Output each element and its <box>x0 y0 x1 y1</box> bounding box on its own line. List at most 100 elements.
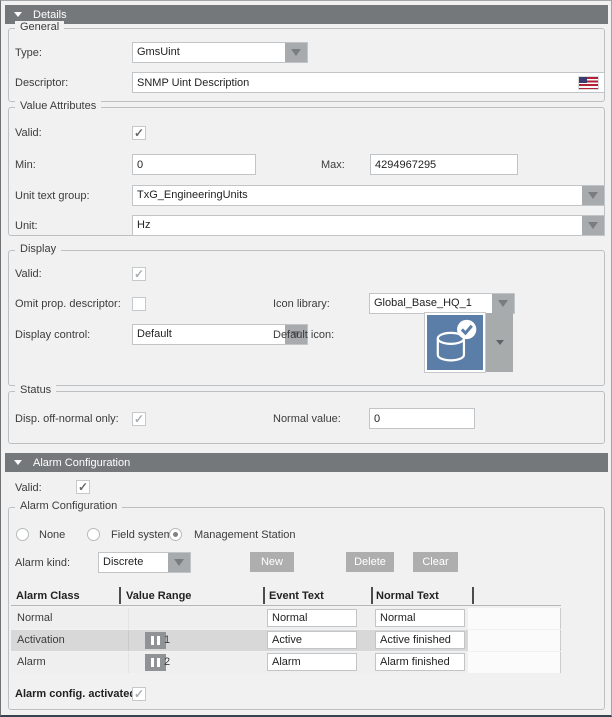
radio-field-system-label: Field system <box>111 529 173 541</box>
alarm-kind-dropdown[interactable]: Discrete <box>98 552 191 573</box>
check-icon: ✓ <box>133 127 145 139</box>
details-panel: Details General Type: GmsUint Descriptor… <box>0 0 612 717</box>
value-range-button[interactable] <box>145 632 166 649</box>
alarm-kind-dropdown-button[interactable] <box>168 553 190 572</box>
check-icon: ✓ <box>133 268 145 280</box>
radio-field-system[interactable] <box>87 528 100 541</box>
min-input[interactable] <box>132 154 256 175</box>
display-group: Display <box>8 250 605 386</box>
unit-text-group-label: Unit text group: <box>15 190 90 202</box>
normal-value-label: Normal value: <box>273 413 341 425</box>
unit-text-group-dropdown-button[interactable] <box>582 186 604 205</box>
event-text-input[interactable] <box>267 631 357 649</box>
descriptor-label: Descriptor: <box>15 77 68 89</box>
unit-text-group-value: TxG_EngineeringUnits <box>133 186 582 205</box>
min-label: Min: <box>15 159 36 171</box>
normal-text-input[interactable] <box>375 631 465 649</box>
normal-value-input[interactable] <box>369 408 475 429</box>
icon-library-dropdown[interactable]: Global_Base_HQ_1 <box>369 293 515 314</box>
normal-text-input[interactable] <box>375 653 465 671</box>
value-range-button[interactable] <box>145 654 166 671</box>
collapse-arrow-icon <box>14 460 22 465</box>
col-header-value-range: Value Range <box>126 590 191 602</box>
type-dropdown-button[interactable] <box>285 43 307 62</box>
column-separator <box>119 587 121 604</box>
unit-dropdown[interactable]: Hz <box>132 215 605 236</box>
column-separator <box>263 587 265 604</box>
details-section-title: Details <box>33 9 67 21</box>
column-separator <box>472 587 474 604</box>
table-row-extra-cell <box>468 652 561 673</box>
alarm-configuration-section-header[interactable]: Alarm Configuration <box>5 453 608 472</box>
icon-library-dropdown-button[interactable] <box>492 294 514 313</box>
unit-dropdown-value: Hz <box>133 216 582 235</box>
valid-checkbox[interactable]: ✓ <box>132 126 146 140</box>
default-icon-picker-button[interactable] <box>486 313 513 372</box>
clear-button[interactable]: Clear <box>413 552 458 572</box>
check-icon: ✓ <box>133 688 145 700</box>
details-section-header[interactable]: Details <box>5 5 608 24</box>
descriptor-input[interactable] <box>132 72 605 93</box>
dropdown-arrow-icon <box>174 559 184 566</box>
type-dropdown[interactable]: GmsUint <box>132 42 308 63</box>
table-row-extra-cell <box>468 608 561 629</box>
radio-management-station[interactable] <box>169 528 182 541</box>
cell-separator <box>128 652 129 673</box>
alarm-configuration-legend: Alarm Configuration <box>15 500 122 512</box>
table-row-normal[interactable]: Normal <box>11 608 468 629</box>
radio-none-label: None <box>39 529 65 541</box>
display-control-label: Display control: <box>15 329 90 341</box>
database-check-icon <box>427 315 483 370</box>
alarm-configuration-section-title: Alarm Configuration <box>33 457 130 469</box>
table-row-extra-cell <box>468 630 561 651</box>
omit-prop-descriptor-checkbox[interactable] <box>132 297 146 311</box>
type-label: Type: <box>15 47 42 59</box>
display-valid-label: Valid: <box>15 268 42 280</box>
max-input[interactable] <box>370 154 518 175</box>
type-dropdown-value: GmsUint <box>133 43 285 62</box>
dropdown-arrow-icon <box>588 222 598 229</box>
value-range-cell: 2 <box>164 656 170 668</box>
dropdown-arrow-icon <box>498 300 508 307</box>
us-flag-language-icon[interactable] <box>579 77 598 89</box>
display-control-value: Default <box>133 325 285 344</box>
display-valid-checkbox[interactable]: ✓ <box>132 267 146 281</box>
table-row-alarm[interactable]: Alarm 2 <box>11 652 468 673</box>
cell-separator <box>128 630 129 651</box>
normal-text-input[interactable] <box>375 609 465 627</box>
default-icon-label: Default icon: <box>273 329 334 341</box>
unit-text-group-dropdown[interactable]: TxG_EngineeringUnits <box>132 185 605 206</box>
disp-offnormal-only-checkbox[interactable]: ✓ <box>132 412 146 426</box>
icon-library-value: Global_Base_HQ_1 <box>370 294 492 313</box>
col-header-alarm-class: Alarm Class <box>16 590 80 602</box>
event-text-input[interactable] <box>267 653 357 671</box>
col-header-event-text: Event Text <box>269 590 324 602</box>
unit-dropdown-button[interactable] <box>582 216 604 235</box>
max-label: Max: <box>321 159 345 171</box>
alarm-class-cell: Activation <box>17 634 65 646</box>
dropdown-arrow-icon <box>496 340 504 345</box>
valid-label: Valid: <box>15 127 42 139</box>
table-row-activation[interactable]: Activation 1 <box>11 630 468 651</box>
delete-button[interactable]: Delete <box>346 552 394 572</box>
omit-prop-descriptor-label: Omit prop. descriptor: <box>15 298 121 310</box>
alarm-config-activated-checkbox[interactable]: ✓ <box>132 687 146 701</box>
disp-offnormal-only-label: Disp. off-normal only: <box>15 413 119 425</box>
value-range-cell: 1 <box>164 634 170 646</box>
default-icon-tile[interactable] <box>425 313 485 372</box>
table-header-underline <box>11 605 561 606</box>
check-icon: ✓ <box>77 481 89 493</box>
alarm-valid-checkbox[interactable]: ✓ <box>76 480 90 494</box>
new-button[interactable]: New <box>250 552 294 572</box>
unit-label: Unit: <box>15 220 38 232</box>
radio-management-station-label: Management Station <box>194 529 296 541</box>
radio-none[interactable] <box>16 528 29 541</box>
alarm-kind-label: Alarm kind: <box>15 557 70 569</box>
status-group-legend: Status <box>15 384 56 396</box>
dropdown-arrow-icon <box>291 49 301 56</box>
alarm-class-cell: Normal <box>17 612 52 624</box>
event-text-input[interactable] <box>267 609 357 627</box>
value-attributes-legend: Value Attributes <box>15 100 101 112</box>
alarm-class-cell: Alarm <box>17 656 46 668</box>
general-group-legend: General <box>15 21 64 33</box>
